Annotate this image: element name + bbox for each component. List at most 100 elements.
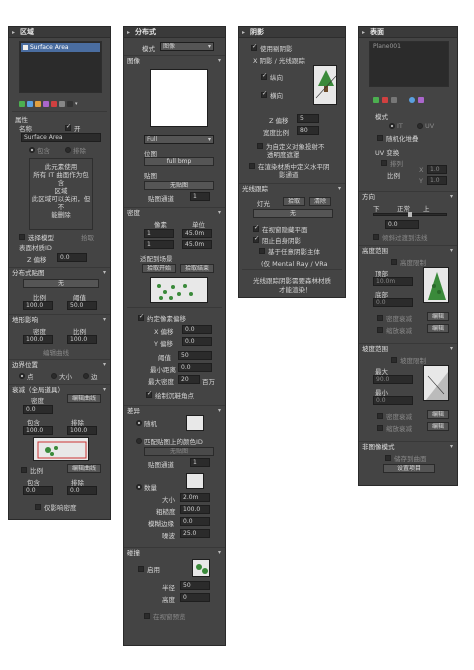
edit-scale-falloff-button[interactable]: 编辑 [427, 324, 449, 333]
edge-blend-field[interactable]: 0.0 [180, 517, 210, 526]
edit-density-falloff-button[interactable]: 编辑 [427, 312, 449, 321]
density-falloff-checkbox[interactable] [377, 315, 383, 321]
density-field[interactable]: 100.0 [23, 335, 53, 344]
surface-icon-4[interactable] [400, 97, 406, 103]
region-list-item[interactable]: Surface Area [21, 43, 100, 52]
pick-light-button[interactable]: 拾取 [283, 197, 305, 206]
bitmap-button[interactable]: full bmp [144, 157, 214, 166]
direction-slider[interactable] [373, 212, 447, 217]
z-offset-field[interactable]: 5 [297, 114, 319, 123]
falloff-include-field[interactable]: 100.0 [23, 426, 53, 435]
x-offset-field[interactable]: 0.0 [182, 325, 212, 334]
remove-light-button[interactable]: 清除 [309, 197, 331, 206]
pick-start-button[interactable]: 拾取开始 [142, 264, 176, 273]
collision-section[interactable]: 碰撞 ▾ [124, 547, 225, 557]
add-surface-icon[interactable] [373, 97, 379, 103]
distribution-preview[interactable] [150, 277, 208, 303]
region-list[interactable]: Surface Area [19, 41, 102, 93]
exclude-radio[interactable] [65, 147, 71, 153]
falloff-curve-thumb[interactable] [33, 437, 89, 461]
direction-field[interactable]: 0.0 [385, 220, 419, 229]
map-channel-field[interactable]: 1 [190, 192, 210, 201]
add-icon[interactable] [19, 101, 25, 107]
altitude-checkbox[interactable] [391, 259, 397, 265]
point-radio[interactable] [19, 373, 25, 379]
use-shadow-checkbox[interactable] [251, 43, 257, 51]
shadow-header[interactable]: ▸ 阴影 [239, 27, 345, 38]
random-checkbox[interactable] [377, 135, 383, 141]
edit-scale-falloff2-button[interactable]: 编辑 [427, 422, 449, 431]
full-select[interactable]: Full ▾ [144, 135, 214, 144]
terrain-scale-field[interactable]: 100.0 [67, 335, 97, 344]
region-icon-6[interactable] [59, 101, 65, 107]
min-field[interactable]: 0.0 [373, 396, 413, 405]
distribution-map-section[interactable]: 分布式贴图 ▾ [9, 267, 110, 277]
unit2-field[interactable]: 45.0m [182, 240, 212, 249]
terrain-influence-section[interactable]: 地形影响 ▾ [9, 314, 110, 324]
threshold-field[interactable]: 50 [178, 351, 212, 360]
image-section[interactable]: 图像 ▾ [124, 55, 225, 65]
map-button[interactable]: 无贴图 [144, 181, 214, 190]
include-radio[interactable] [29, 147, 35, 153]
along-checkbox[interactable] [373, 234, 379, 240]
edit-curve-label[interactable]: 编辑曲线 [43, 347, 69, 357]
select-model-checkbox[interactable] [19, 234, 25, 240]
draw-checkbox[interactable] [385, 455, 391, 461]
preview-checkbox[interactable] [144, 613, 150, 619]
density-falloff2-checkbox[interactable] [377, 413, 383, 419]
pixel-field[interactable]: 1 [144, 229, 174, 238]
slope-section[interactable]: 坡度范围 ▾ [359, 343, 457, 353]
surface-icon-3[interactable] [391, 97, 397, 103]
edge-radio[interactable] [83, 373, 89, 379]
threshold-field[interactable]: 50.0 [67, 301, 97, 310]
it-radio[interactable] [389, 123, 395, 129]
height-field[interactable]: 0 [180, 593, 210, 602]
align-checkbox[interactable] [381, 160, 387, 166]
scale2-checkbox[interactable] [21, 467, 27, 473]
edit-curve-button[interactable]: 编辑曲线 [67, 394, 101, 403]
auto-checkbox[interactable] [257, 143, 263, 149]
exclude3-field[interactable]: 0.0 [67, 486, 97, 495]
based-on-checkbox[interactable] [259, 248, 265, 254]
direction-section[interactable]: 方向 ▾ [359, 191, 457, 201]
receive-checkbox[interactable] [253, 224, 259, 232]
delete-surface-icon[interactable] [382, 97, 388, 103]
surface-icon-6[interactable] [418, 97, 424, 103]
ssao-checkbox[interactable] [261, 72, 267, 80]
region-icon-4[interactable] [43, 101, 49, 107]
count-radio[interactable] [136, 484, 142, 490]
unique-id-radio[interactable] [136, 438, 142, 444]
altitude-section[interactable]: 高度范围 ▾ [359, 245, 457, 255]
uv-radio[interactable] [417, 123, 423, 129]
affect-density-only-checkbox[interactable] [35, 504, 41, 510]
top-field[interactable]: 10.0m [373, 277, 413, 286]
pick-button[interactable]: 拾取 [81, 232, 94, 242]
direction-slider-handle[interactable] [408, 212, 412, 217]
raytrace-section[interactable]: 光线跟踪 ▾ [239, 183, 345, 193]
random-radio[interactable] [136, 420, 142, 426]
include3-field[interactable]: 0.0 [23, 486, 53, 495]
surface-list[interactable]: Plane001 [369, 41, 449, 87]
light-list-none[interactable]: 无 [253, 209, 333, 218]
border-position-section[interactable]: 边界位置 ▾ [9, 359, 110, 369]
region-icon-7[interactable] [67, 101, 73, 107]
offset-section[interactable]: 差异 ▾ [124, 405, 225, 415]
size-field[interactable]: 2.0m [180, 493, 210, 502]
cast-checkbox[interactable] [253, 235, 259, 243]
max-field[interactable]: 90.0 [373, 375, 413, 384]
image-preview[interactable] [150, 69, 208, 127]
min-dist-field[interactable]: 0.0 [178, 363, 212, 372]
delete-icon[interactable] [51, 101, 57, 107]
falloff-density-field[interactable]: 0.0 [23, 405, 53, 414]
pixel-offset-checkbox[interactable] [138, 313, 144, 321]
pick-end-button[interactable]: 拾取结束 [180, 264, 214, 273]
roughness-field[interactable]: 100.0 [180, 505, 210, 514]
scale-falloff-checkbox[interactable] [377, 327, 383, 333]
surface-list-item[interactable]: Plane001 [370, 42, 448, 51]
scale-field[interactable]: 100.0 [23, 301, 53, 310]
set-button[interactable]: 设置项目 [383, 464, 435, 473]
region-icon-3[interactable] [35, 101, 41, 107]
edit-curve3-button[interactable]: 编辑曲线 [67, 464, 101, 473]
edit-density-falloff2-button[interactable]: 编辑 [427, 410, 449, 419]
refresh-icon[interactable] [409, 97, 415, 103]
